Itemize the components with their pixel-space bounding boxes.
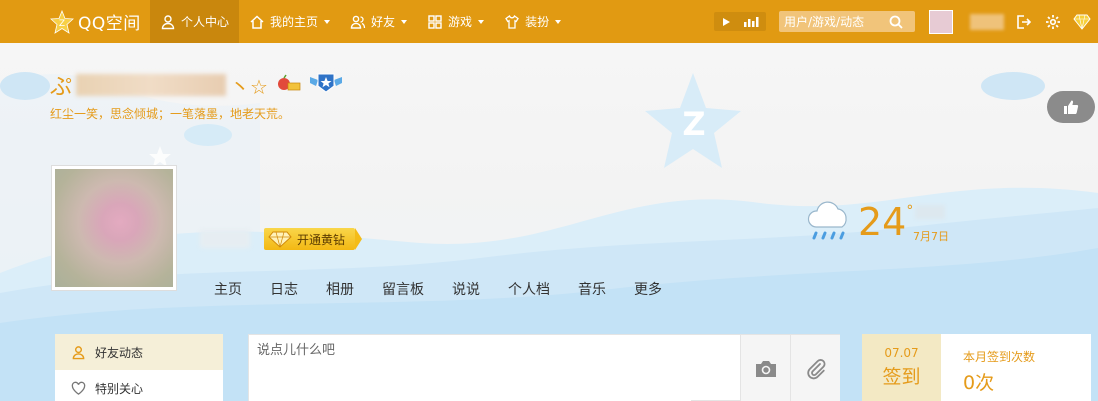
weather-date: 7月7日 — [913, 230, 949, 243]
sidebar-item-label: 特别关心 — [95, 381, 144, 396]
profile-avatar[interactable] — [51, 165, 177, 291]
checkin-stats: 本月签到次数 0次 — [941, 334, 1035, 401]
tab-home[interactable]: 主页 — [214, 279, 242, 299]
tab-blog[interactable]: 日志 — [270, 279, 298, 299]
nav-my-homepage[interactable]: 我的主页 — [239, 0, 340, 43]
search-input[interactable] — [779, 14, 889, 29]
search-box — [779, 11, 915, 32]
nav-label: 我的主页 — [270, 15, 319, 29]
thumbs-up-icon — [1064, 100, 1079, 114]
left-sidebar: 好友动态 特别关心 — [55, 334, 223, 401]
checkin-label: 签到 — [882, 366, 921, 388]
profile-tabs: 主页 日志 相册 留言板 说说 个人档 音乐 更多 — [214, 279, 690, 299]
tab-guestbook[interactable]: 留言板 — [382, 279, 424, 299]
diamond-icon[interactable] — [1072, 12, 1092, 32]
apple-badge-icon[interactable] — [276, 74, 302, 96]
chevron-down-icon — [401, 19, 408, 24]
temperature: 24 — [858, 200, 907, 244]
post-composer — [248, 334, 840, 401]
status-input[interactable] — [249, 335, 691, 401]
open-yellow-diamond-button[interactable]: 开通黄钻 — [264, 228, 363, 250]
sidebar-item-label: 好友动态 — [95, 345, 144, 360]
music-player[interactable] — [714, 12, 766, 31]
owner-row: 开通黄钻 — [200, 228, 363, 250]
monthly-checkin-label: 本月签到次数 — [963, 350, 1036, 364]
checkin-button[interactable]: 07.07 签到 — [862, 334, 941, 401]
user-avatar[interactable] — [929, 10, 953, 34]
nav-label: 好友 — [371, 15, 396, 29]
grid-icon — [428, 14, 442, 29]
qzone-logo[interactable]: Z QQ空间 — [0, 0, 150, 43]
logo-text: QQ空间 — [78, 14, 141, 34]
play-icon[interactable] — [721, 17, 731, 27]
gear-icon[interactable] — [1043, 12, 1063, 32]
shirt-icon — [505, 14, 519, 29]
chevron-down-icon — [555, 19, 562, 24]
degree-symbol: ° — [906, 203, 914, 219]
friends-icon — [350, 15, 366, 29]
attach-button[interactable] — [790, 335, 840, 401]
camera-icon — [755, 360, 776, 377]
open-vip-label: 开通黄钻 — [297, 232, 346, 247]
vip-wings-badge-icon[interactable] — [308, 71, 344, 99]
checkin-date: 07.07 — [884, 346, 919, 360]
chevron-down-icon — [478, 19, 485, 24]
like-button[interactable] — [1047, 91, 1095, 123]
weather-widget[interactable]: 24 ° 7月7日 — [806, 200, 949, 244]
city-redacted — [915, 205, 945, 219]
name-redacted — [76, 74, 227, 96]
equalizer-icon — [743, 16, 758, 27]
nav-friends[interactable]: 好友 — [340, 0, 417, 43]
nav-label: 装扮 — [525, 15, 550, 29]
nav-games[interactable]: 游戏 — [417, 0, 494, 43]
paperclip-icon — [806, 358, 825, 379]
rain-cloud-icon — [807, 201, 847, 240]
tab-album[interactable]: 相册 — [326, 279, 354, 299]
user-nickname[interactable] — [970, 14, 1004, 30]
svg-text:Z: Z — [59, 19, 65, 29]
tab-profile[interactable]: 个人档 — [508, 279, 550, 299]
checkin-panel: 07.07 签到 本月签到次数 0次 — [862, 334, 1091, 401]
profile-name: ぷ 丶☆ — [50, 69, 344, 101]
svg-text:Z: Z — [682, 105, 705, 143]
home-icon — [250, 14, 264, 29]
heart-icon — [71, 381, 86, 395]
sidebar-item-friend-feed[interactable]: 好友动态 — [55, 334, 223, 370]
person-icon — [72, 345, 85, 359]
name-prefix: ぷ — [50, 75, 73, 100]
name-suffix: 丶☆ — [230, 74, 268, 99]
chevron-down-icon — [324, 19, 331, 24]
avatar-image — [55, 169, 173, 287]
tab-music[interactable]: 音乐 — [578, 279, 606, 299]
person-icon — [161, 14, 175, 29]
sidebar-item-special-care[interactable]: 特别关心 — [55, 370, 223, 401]
nav-personal-center[interactable]: 个人中心 — [150, 0, 240, 43]
diamond-icon — [268, 231, 292, 248]
qzone-star-icon: Z — [50, 9, 74, 34]
monthly-checkin-count: 0次 — [963, 372, 995, 394]
logout-icon[interactable] — [1013, 12, 1033, 32]
tab-more[interactable]: 更多 — [634, 279, 662, 299]
nav-label: 个人中心 — [181, 15, 230, 29]
top-navigation-bar: Z QQ空间 个人中心 我的主页 好友 游戏 装扮 — [0, 0, 1098, 43]
photo-button[interactable] — [740, 335, 790, 401]
nav-decorate[interactable]: 装扮 — [494, 0, 571, 43]
profile-motto: 红尘一笑，思念倾城；一笔落墨，地老天荒。 — [50, 107, 291, 121]
search-icon[interactable] — [889, 15, 903, 29]
nav-label: 游戏 — [448, 15, 473, 29]
tab-shuoshuo[interactable]: 说说 — [452, 279, 480, 299]
owner-name-redacted — [200, 230, 250, 248]
